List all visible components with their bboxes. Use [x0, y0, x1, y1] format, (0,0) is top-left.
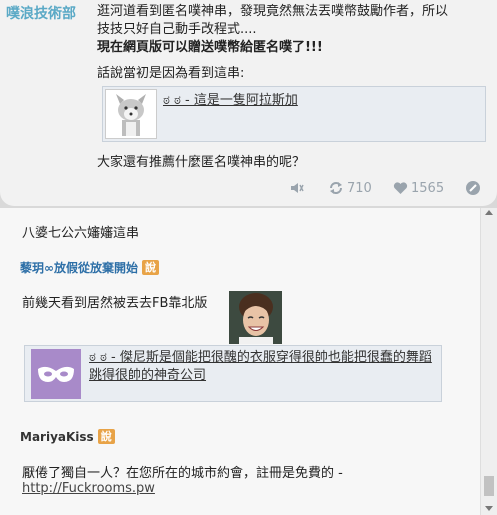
response-1-text: 八婆七公六嬸嬸這串: [22, 226, 140, 241]
post-line-2: 技技只好自己動手改程式....: [97, 22, 257, 37]
alaska-dog-thumbnail: [105, 89, 157, 139]
more-options-button[interactable]: [465, 178, 481, 198]
linked-plurk-title[interactable]: ಠ ಠ - 這是一隻阿拉斯加: [163, 89, 298, 108]
post-author[interactable]: 噗浪技術部: [6, 3, 76, 23]
scroll-up-arrow-icon[interactable]: [485, 210, 493, 215]
response-2-username-text[interactable]: 藜玥∞放假從放棄開始: [20, 261, 138, 275]
plurk-page: 噗浪技術部 逛河道看到匿名噗神串，發現竟然無法丟噗幣鼓勵作者，所以 技技只好自己…: [0, 0, 497, 515]
reaction-image[interactable]: [229, 291, 282, 344]
linked-plurk-embed-2[interactable]: ಠ ಠ - 傑尼斯是個能把很醜的衣服穿得很帥也能把很蠢的舞蹈跳得很帥的神奇公司: [24, 345, 442, 402]
plurk-post: 噗浪技術部 逛河道看到匿名噗神串，發現竟然無法丟噗幣鼓勵作者，所以 技技只好自己…: [0, 0, 497, 206]
more-options-icon: [466, 181, 480, 195]
linked-plurk-title-2[interactable]: ಠ ಠ - 傑尼斯是個能把很醜的衣服穿得很帥也能把很蠢的舞蹈跳得很帥的神奇公司: [89, 349, 439, 385]
post-question: 大家還有推薦什麼匿名噗神串的呢？: [97, 155, 306, 170]
mute-button[interactable]: [290, 178, 304, 198]
replurk-icon: [330, 182, 342, 194]
mute-icon: [291, 183, 304, 193]
scroll-thumb[interactable]: [484, 476, 494, 496]
responses-scrollbar[interactable]: [480, 208, 497, 515]
like-count: 1565: [411, 180, 445, 196]
response-2-username[interactable]: 藜玥∞放假從放棄開始說: [20, 259, 159, 276]
response-2-text: 前幾天看到居然被丟去FB靠北版: [22, 296, 208, 311]
response-3-text: 厭倦了獨自一人？在您所在的城市約會，註冊是免費的 -: [22, 466, 343, 481]
says-badge: 說: [142, 260, 159, 275]
response-3-username-text[interactable]: MariyaKiss: [20, 430, 94, 444]
mask-icon: [31, 349, 81, 399]
says-badge: 說: [97, 429, 115, 444]
scroll-down-arrow-icon[interactable]: [485, 506, 493, 511]
post-line-3: 現在網頁版可以贈送噗幣給匿名噗了!!!: [97, 40, 323, 55]
like-button[interactable]: 1565: [393, 178, 444, 198]
replurk-button[interactable]: 710: [328, 178, 372, 198]
post-line-4: 話說當初是因為看到這串:: [97, 66, 245, 81]
response-3-link[interactable]: http://Fuckrooms.pw: [22, 481, 155, 496]
response-3-username[interactable]: MariyaKiss 說: [20, 429, 115, 444]
post-line-1: 逛河道看到匿名噗神串，發現竟然無法丟噗幣鼓勵作者，所以: [97, 4, 449, 19]
linked-plurk-embed[interactable]: ಠ ಠ - 這是一隻阿拉斯加: [102, 86, 486, 142]
heart-icon: [393, 181, 408, 194]
post-body: 逛河道看到匿名噗神串，發現竟然無法丟噗幣鼓勵作者，所以 技技只好自己動手改程式.…: [97, 3, 489, 83]
replurk-count: 710: [347, 180, 372, 196]
